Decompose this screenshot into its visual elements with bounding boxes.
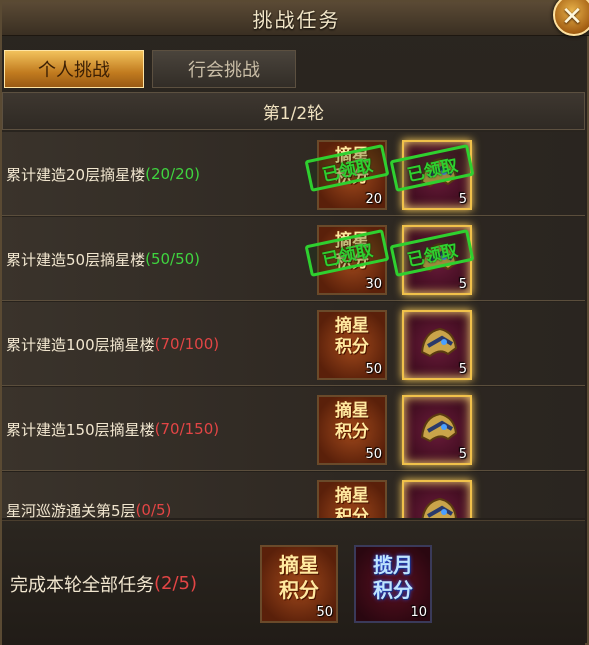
reward-count: 50 [365, 447, 382, 462]
reward-star-points[interactable]: 摘星 积分 [317, 480, 387, 518]
task-progress: (20/20) [145, 165, 201, 183]
reward-helmet[interactable]: 5 [402, 310, 472, 380]
tab-personal-challenge[interactable]: 个人挑战 [4, 50, 144, 88]
final-reward-star-points[interactable]: 摘星 积分 50 [260, 545, 338, 623]
close-icon: ✕ [561, 2, 583, 32]
reward-label-bottom: 积分 [335, 507, 369, 518]
reward-label-top: 摘星 [335, 316, 369, 336]
reward-count: 50 [316, 605, 333, 620]
reward-count: 50 [365, 362, 382, 377]
final-reward-moon-points[interactable]: 揽月 积分 10 [354, 545, 432, 623]
reward-count: 30 [365, 277, 382, 292]
task-row: 星河巡游通关第5层 (0/5) 摘星 积分 [2, 472, 585, 518]
reward-label-bottom: 积分 [373, 578, 413, 602]
reward-label-bottom: 积分 [335, 422, 369, 443]
reward-star-points[interactable]: 摘星 积分 50 [317, 395, 387, 465]
task-row: 累计建造150层摘星楼 (70/150) 摘星 积分 50 5 [2, 387, 585, 471]
reward-label: 摘星 积分 [319, 486, 385, 518]
task-row: 累计建造100层摘星楼 (70/100) 摘星 积分 50 5 [2, 302, 585, 386]
task-row: 累计建造50层摘星楼 (50/50) 摘星 积分 30 5 已领取 已领取 [2, 217, 585, 301]
task-name: 累计建造20层摘星楼 [6, 165, 146, 184]
task-name: 累计建造100层摘星楼 [6, 335, 155, 354]
task-list[interactable]: 累计建造20层摘星楼 (20/20) 摘星 积分 20 5 已领取 已领取 累计… [2, 132, 585, 518]
task-progress: (70/100) [154, 335, 220, 353]
challenge-task-window: 挑战任务 ✕ 个人挑战 行会挑战 第1/2轮 累计建造20层摘星楼 (20/20… [0, 0, 589, 645]
reward-label: 揽月 积分 [356, 553, 430, 603]
task-name: 累计建造50层摘星楼 [6, 250, 146, 269]
task-name: 累计建造150层摘星楼 [6, 420, 155, 439]
title-bar: 挑战任务 [2, 2, 589, 36]
reward-label-top: 摘星 [279, 553, 319, 577]
reward-count: 5 [458, 277, 467, 292]
task-progress: (50/50) [145, 250, 201, 268]
helmet-icon [421, 497, 458, 518]
task-text: 累计建造100层摘星楼 (70/100) [6, 302, 219, 386]
reward-label-top: 摘星 [335, 401, 369, 421]
task-row: 累计建造20层摘星楼 (20/20) 摘星 积分 20 5 已领取 已领取 [2, 132, 585, 216]
round-completion-footer: 完成本轮全部任务 (2/5) 摘星 积分 50 揽月 积分 10 [2, 520, 585, 645]
reward-count: 5 [458, 362, 467, 377]
reward-count: 10 [410, 605, 427, 620]
task-text: 星河巡游通关第5层 (0/5) [6, 468, 171, 518]
round-completion-text: 完成本轮全部任务 (2/5) [10, 521, 197, 645]
task-progress: (70/150) [154, 420, 220, 438]
task-text: 累计建造50层摘星楼 (50/50) [6, 217, 200, 301]
reward-label-bottom: 积分 [279, 578, 319, 602]
window-title: 挑战任务 [252, 8, 341, 32]
reward-count: 20 [365, 192, 382, 207]
task-text: 累计建造150层摘星楼 (70/150) [6, 387, 219, 471]
round-completion-label: 完成本轮全部任务 [10, 574, 154, 596]
reward-label: 摘星 积分 [262, 553, 336, 603]
helmet-icon [420, 412, 458, 443]
task-progress: (0/5) [135, 501, 172, 518]
reward-label-top: 摘星 [335, 486, 369, 506]
reward-label: 摘星 积分 [319, 316, 385, 359]
reward-star-points[interactable]: 摘星 积分 50 [317, 310, 387, 380]
reward-label-bottom: 积分 [335, 337, 369, 358]
round-completion-progress: (2/5) [154, 573, 198, 594]
reward-count: 5 [458, 192, 467, 207]
helmet-icon [420, 327, 458, 358]
round-indicator: 第1/2轮 [2, 92, 585, 130]
reward-count: 5 [458, 447, 467, 462]
reward-helmet[interactable]: 5 [402, 395, 472, 465]
task-text: 累计建造20层摘星楼 (20/20) [6, 132, 200, 216]
reward-label: 摘星 积分 [319, 401, 385, 444]
reward-label-top: 揽月 [373, 553, 413, 577]
tab-bar: 个人挑战 行会挑战 [2, 50, 296, 88]
reward-helmet[interactable] [402, 480, 472, 518]
tab-guild-challenge[interactable]: 行会挑战 [152, 50, 296, 88]
task-name: 星河巡游通关第5层 [6, 501, 136, 519]
